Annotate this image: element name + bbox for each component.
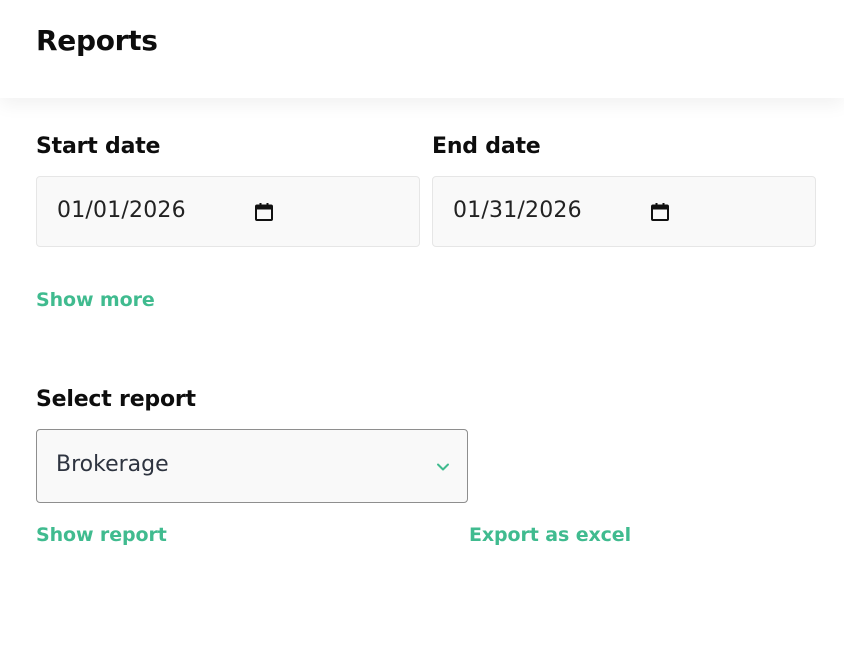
calendar-icon[interactable] [254, 202, 274, 222]
export-excel-button[interactable]: Export as excel [469, 524, 631, 546]
show-more-link[interactable]: Show more [36, 289, 155, 311]
show-report-button[interactable]: Show report [36, 524, 167, 546]
page-header: Reports [0, 0, 844, 98]
start-date-value: 01/01/2026 [57, 198, 186, 223]
select-report-label: Select report [36, 387, 196, 412]
end-date-value: 01/31/2026 [453, 198, 582, 223]
calendar-icon[interactable] [650, 202, 670, 222]
start-date-label: Start date [36, 134, 161, 159]
chevron-down-icon [437, 463, 449, 471]
report-select-value: Brokerage [56, 452, 169, 477]
start-date-input[interactable]: 01/01/2026 [36, 176, 420, 247]
page-title: Reports [36, 24, 158, 57]
report-select[interactable]: Brokerage [36, 429, 468, 503]
end-date-label: End date [432, 134, 541, 159]
end-date-input[interactable]: 01/31/2026 [432, 176, 816, 247]
